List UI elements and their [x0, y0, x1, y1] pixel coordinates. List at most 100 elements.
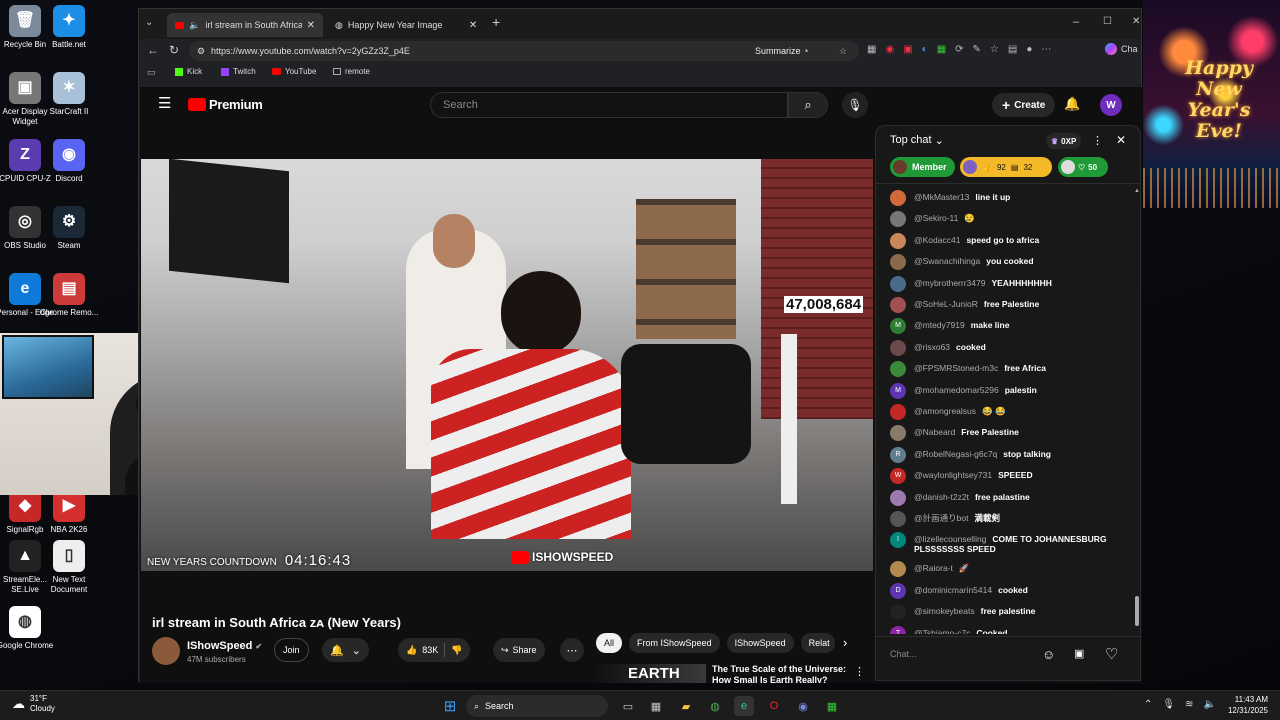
- chat-close-icon[interactable]: ✕: [1116, 133, 1126, 147]
- search-input[interactable]: Search: [430, 92, 788, 118]
- chat-message[interactable]: @simokeybeats free palestine: [890, 604, 1134, 621]
- emoji-icon[interactable]: ☺: [1042, 647, 1055, 662]
- channel-avatar[interactable]: [152, 637, 180, 665]
- extension-icon[interactable]: ▦: [937, 44, 946, 55]
- wifi-icon[interactable]: ≋: [1185, 699, 1193, 710]
- bookmark-youtube[interactable]: YouTube: [272, 67, 316, 76]
- speaker-icon[interactable]: 🔈: [189, 20, 200, 31]
- tab-close-icon[interactable]: ✕: [469, 20, 477, 31]
- chat-author[interactable]: @waylonlightsey731: [914, 470, 992, 480]
- share-button[interactable]: ↪ Share: [493, 638, 545, 662]
- chat-message[interactable]: D @dominicmarin5414 cooked: [890, 582, 1134, 599]
- dislike-button[interactable]: 👎: [451, 645, 462, 656]
- tab-new-year[interactable]: ◍ Happy New Year Image ✕: [327, 13, 487, 37]
- chat-message[interactable]: M @mtedy7919 make line: [890, 318, 1134, 335]
- chat-message[interactable]: @mybrotherrr3479 YEAHHHHHHH: [890, 275, 1134, 292]
- chat-author[interactable]: @RobelNegasi-g6c7q: [914, 449, 997, 459]
- reload-icon[interactable]: ↻: [169, 43, 179, 57]
- extension-icon[interactable]: ⟳: [955, 44, 963, 55]
- chat-author[interactable]: @dominicmarin5414: [914, 585, 992, 595]
- back-icon[interactable]: ←: [147, 43, 159, 57]
- summarize-button[interactable]: Summarize ◔: [755, 41, 808, 61]
- desktop-icon[interactable]: ✶ StarCraft II: [37, 72, 101, 117]
- menu-icon[interactable]: ☰: [158, 94, 171, 112]
- viewers-chip[interactable]: ♡ 50: [1058, 157, 1108, 177]
- chat-avatar[interactable]: [890, 511, 906, 527]
- chat-avatar[interactable]: [890, 232, 906, 249]
- taskbar-search[interactable]: ⌕ Search: [466, 695, 608, 717]
- chat-message[interactable]: @FPSMRStoned-m3c free Africa: [890, 361, 1134, 378]
- chat-author[interactable]: @danish-t2z2t: [914, 492, 969, 502]
- chip-from-channel[interactable]: From IShowSpeed: [629, 633, 720, 653]
- chat-message[interactable]: @SoHeL-JunioR free Palestine: [890, 297, 1134, 313]
- chat-avatar[interactable]: W: [890, 468, 906, 485]
- chat-avatar[interactable]: [890, 254, 906, 271]
- file-explorer-icon[interactable]: ▰: [676, 696, 696, 716]
- chat-avatar[interactable]: [890, 561, 906, 578]
- clock[interactable]: 11:43 AM 12/31/2025: [1222, 694, 1268, 716]
- chat-author[interactable]: @amongrealsus: [914, 406, 976, 416]
- desktop-icon[interactable]: ▶ NBA 2K26: [37, 490, 101, 535]
- close-window-button[interactable]: ✕: [1132, 16, 1140, 27]
- bookmark-twitch[interactable]: Twitch: [221, 67, 256, 76]
- desktop-icon[interactable]: ⚙ Steam: [37, 206, 101, 251]
- chat-message[interactable]: M @mohamedomar5296 palestin: [890, 382, 1134, 399]
- chat-avatar[interactable]: R: [890, 446, 906, 463]
- tab-close-icon[interactable]: ✕: [307, 20, 315, 31]
- chat-avatar[interactable]: [890, 297, 906, 313]
- mic-icon[interactable]: 🎙: [1162, 699, 1175, 710]
- desktop-icon[interactable]: ◉ Discord: [37, 139, 101, 184]
- tab-list-button[interactable]: ⌄: [145, 17, 153, 28]
- notifications-icon[interactable]: 🔔: [1064, 96, 1080, 112]
- chat-avatar[interactable]: M: [890, 318, 906, 335]
- chat-avatar[interactable]: D: [890, 582, 906, 599]
- discord-icon[interactable]: ◉: [793, 696, 813, 716]
- new-tab-button[interactable]: +: [492, 14, 500, 30]
- chat-author[interactable]: @mtedy7919: [914, 320, 965, 330]
- chat-author[interactable]: @simokeybeats: [914, 606, 975, 616]
- chat-author[interactable]: @mohamedomar5296: [914, 385, 999, 395]
- chat-author[interactable]: @Nabeard: [914, 427, 955, 437]
- chat-author[interactable]: @risxo63: [914, 342, 950, 352]
- chat-author[interactable]: @Kodacc41: [914, 235, 960, 245]
- desktop-icon[interactable]: ▯ New Text Document: [37, 540, 101, 595]
- opera-icon[interactable]: O: [764, 696, 784, 716]
- more-actions-button[interactable]: ⋯: [560, 638, 584, 662]
- chat-avatar[interactable]: [890, 604, 906, 621]
- create-button[interactable]: + Create: [992, 93, 1056, 117]
- next-video-title[interactable]: The True Scale of the Universe: How Smal…: [712, 664, 852, 683]
- chat-avatar[interactable]: [890, 275, 906, 292]
- chat-mode-dropdown[interactable]: Top chat ⌄: [890, 134, 944, 147]
- chat-message[interactable]: @Nabeard Free Palestine: [890, 425, 1134, 442]
- stats-chip[interactable]: 👍 92 ▤ 32: [960, 157, 1052, 177]
- chat-author[interactable]: @SoHeL-JunioR: [914, 299, 978, 309]
- chat-message[interactable]: @amongrealsus 😂 😂: [890, 404, 1134, 420]
- chat-message[interactable]: @Raiora-t 🚀: [890, 561, 1134, 578]
- chat-message[interactable]: R @RobelNegasi-g6c7q stop talking: [890, 446, 1134, 463]
- bookmark-remote[interactable]: remote: [333, 67, 370, 76]
- url-field[interactable]: ⚙ https://www.youtube.com/watch?v=2yGZz3…: [189, 41, 859, 61]
- site-info-icon[interactable]: ⚙: [197, 41, 205, 61]
- extension-icon[interactable]: ✎: [973, 44, 981, 55]
- youtube-logo[interactable]: Premium: [188, 97, 263, 112]
- profile-icon[interactable]: ●: [1026, 44, 1032, 55]
- chat-avatar[interactable]: [890, 404, 906, 420]
- super-chat-icon[interactable]: ▣: [1074, 647, 1084, 660]
- weather-widget[interactable]: ☁ 31°F Cloudy: [12, 694, 55, 714]
- chevron-up-icon[interactable]: ⌃: [1144, 699, 1152, 710]
- chat-author[interactable]: @Swanachihinga: [914, 256, 980, 266]
- chat-menu-icon[interactable]: ⋮: [1092, 134, 1103, 147]
- chip-related[interactable]: Relat: [800, 633, 835, 653]
- next-video-menu-icon[interactable]: ⋮: [854, 665, 865, 678]
- copilot-button[interactable]: Cha: [1105, 43, 1138, 55]
- chrome-icon[interactable]: ◍: [705, 696, 725, 716]
- account-avatar[interactable]: W: [1100, 94, 1122, 116]
- join-button[interactable]: Join: [274, 638, 309, 662]
- app-icon[interactable]: ▦: [822, 696, 842, 716]
- chat-author[interactable]: @lizellecounselling: [914, 534, 986, 544]
- minimize-button[interactable]: –: [1073, 16, 1079, 28]
- chat-message[interactable]: T @Tshiamo-c7c Cooked: [890, 625, 1134, 634]
- chat-avatar[interactable]: [890, 489, 906, 506]
- chat-author[interactable]: @MkMaster13: [914, 192, 969, 202]
- subscribe-bell-button[interactable]: 🔔 ⌄: [322, 638, 369, 662]
